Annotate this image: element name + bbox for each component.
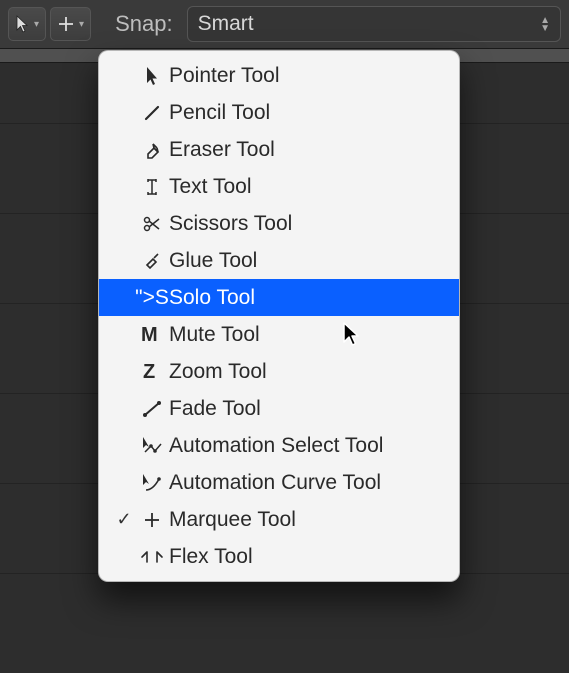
pointer-tool-button[interactable]: ▾ bbox=[8, 7, 46, 41]
menu-item-label: Solo Tool bbox=[169, 286, 443, 310]
menu-item-pencil-tool[interactable]: Pencil Tool bbox=[99, 94, 459, 131]
menu-item-label: Fade Tool bbox=[169, 397, 443, 421]
menu-item-label: Text Tool bbox=[169, 175, 443, 199]
menu-item-label: Automation Select Tool bbox=[169, 434, 443, 458]
updown-icon: ▲▼ bbox=[540, 17, 550, 32]
solo-icon: ">S bbox=[135, 286, 169, 310]
snap-label: Snap: bbox=[115, 11, 173, 37]
eraser-icon bbox=[135, 140, 169, 160]
scissors-icon bbox=[135, 214, 169, 234]
menu-item-text-tool[interactable]: Text Tool bbox=[99, 168, 459, 205]
checkmark-icon: ✓ bbox=[113, 509, 135, 530]
glue-icon bbox=[135, 251, 169, 271]
menu-item-zoom-tool[interactable]: Z Zoom Tool bbox=[99, 353, 459, 390]
tool-menu[interactable]: Pointer Tool Pencil Tool Eraser Tool Text T… bbox=[98, 50, 460, 582]
menu-item-flex-tool[interactable]: Flex Tool bbox=[99, 538, 459, 575]
menu-item-label: Scissors Tool bbox=[169, 212, 443, 236]
menu-item-label: Zoom Tool bbox=[169, 360, 443, 384]
menu-item-label: Flex Tool bbox=[169, 545, 443, 569]
text-icon bbox=[135, 177, 169, 197]
menu-item-fade-tool[interactable]: Fade Tool bbox=[99, 390, 459, 427]
menu-item-marquee-tool[interactable]: ✓ Marquee Tool bbox=[99, 501, 459, 538]
menu-item-glue-tool[interactable]: Glue Tool bbox=[99, 242, 459, 279]
svg-text:M: M bbox=[141, 324, 158, 346]
menu-item-mute-tool[interactable]: M Mute Tool bbox=[99, 316, 459, 353]
menu-item-eraser-tool[interactable]: Eraser Tool bbox=[99, 131, 459, 168]
pointer-icon bbox=[15, 15, 30, 33]
menu-item-automation-select-tool[interactable]: Automation Select Tool bbox=[99, 427, 459, 464]
menu-item-label: Glue Tool bbox=[169, 249, 443, 273]
mute-icon: M bbox=[135, 324, 169, 346]
zoom-icon: Z bbox=[135, 361, 169, 383]
automation-curve-icon bbox=[135, 473, 169, 493]
menu-item-label: Mute Tool bbox=[169, 323, 443, 347]
secondary-tool-button[interactable]: ▾ bbox=[50, 7, 91, 41]
menu-item-label: Pencil Tool bbox=[169, 101, 443, 125]
menu-item-label: Automation Curve Tool bbox=[169, 471, 443, 495]
chevron-down-icon: ▾ bbox=[79, 19, 84, 30]
menu-item-solo-tool[interactable]: ">SSolo Tool bbox=[99, 279, 459, 316]
chevron-down-icon: ▾ bbox=[34, 19, 39, 30]
automation-select-icon bbox=[135, 436, 169, 456]
pointer-icon bbox=[135, 66, 169, 86]
menu-item-label: Marquee Tool bbox=[169, 508, 443, 532]
marquee-icon bbox=[135, 510, 169, 530]
flex-icon bbox=[135, 549, 169, 565]
pencil-icon bbox=[135, 103, 169, 123]
menu-item-label: Pointer Tool bbox=[169, 64, 443, 88]
marquee-icon bbox=[57, 15, 75, 33]
menu-item-label: Eraser Tool bbox=[169, 138, 443, 162]
snap-select[interactable]: Smart ▲▼ bbox=[187, 6, 561, 42]
menu-item-scissors-tool[interactable]: Scissors Tool bbox=[99, 205, 459, 242]
svg-text:Z: Z bbox=[143, 361, 155, 383]
toolbar: ▾ ▾ Snap: Smart ▲▼ bbox=[0, 0, 569, 49]
menu-item-automation-curve-tool[interactable]: Automation Curve Tool bbox=[99, 464, 459, 501]
fade-icon bbox=[135, 399, 169, 419]
menu-item-pointer-tool[interactable]: Pointer Tool bbox=[99, 57, 459, 94]
snap-value: Smart bbox=[198, 12, 254, 36]
